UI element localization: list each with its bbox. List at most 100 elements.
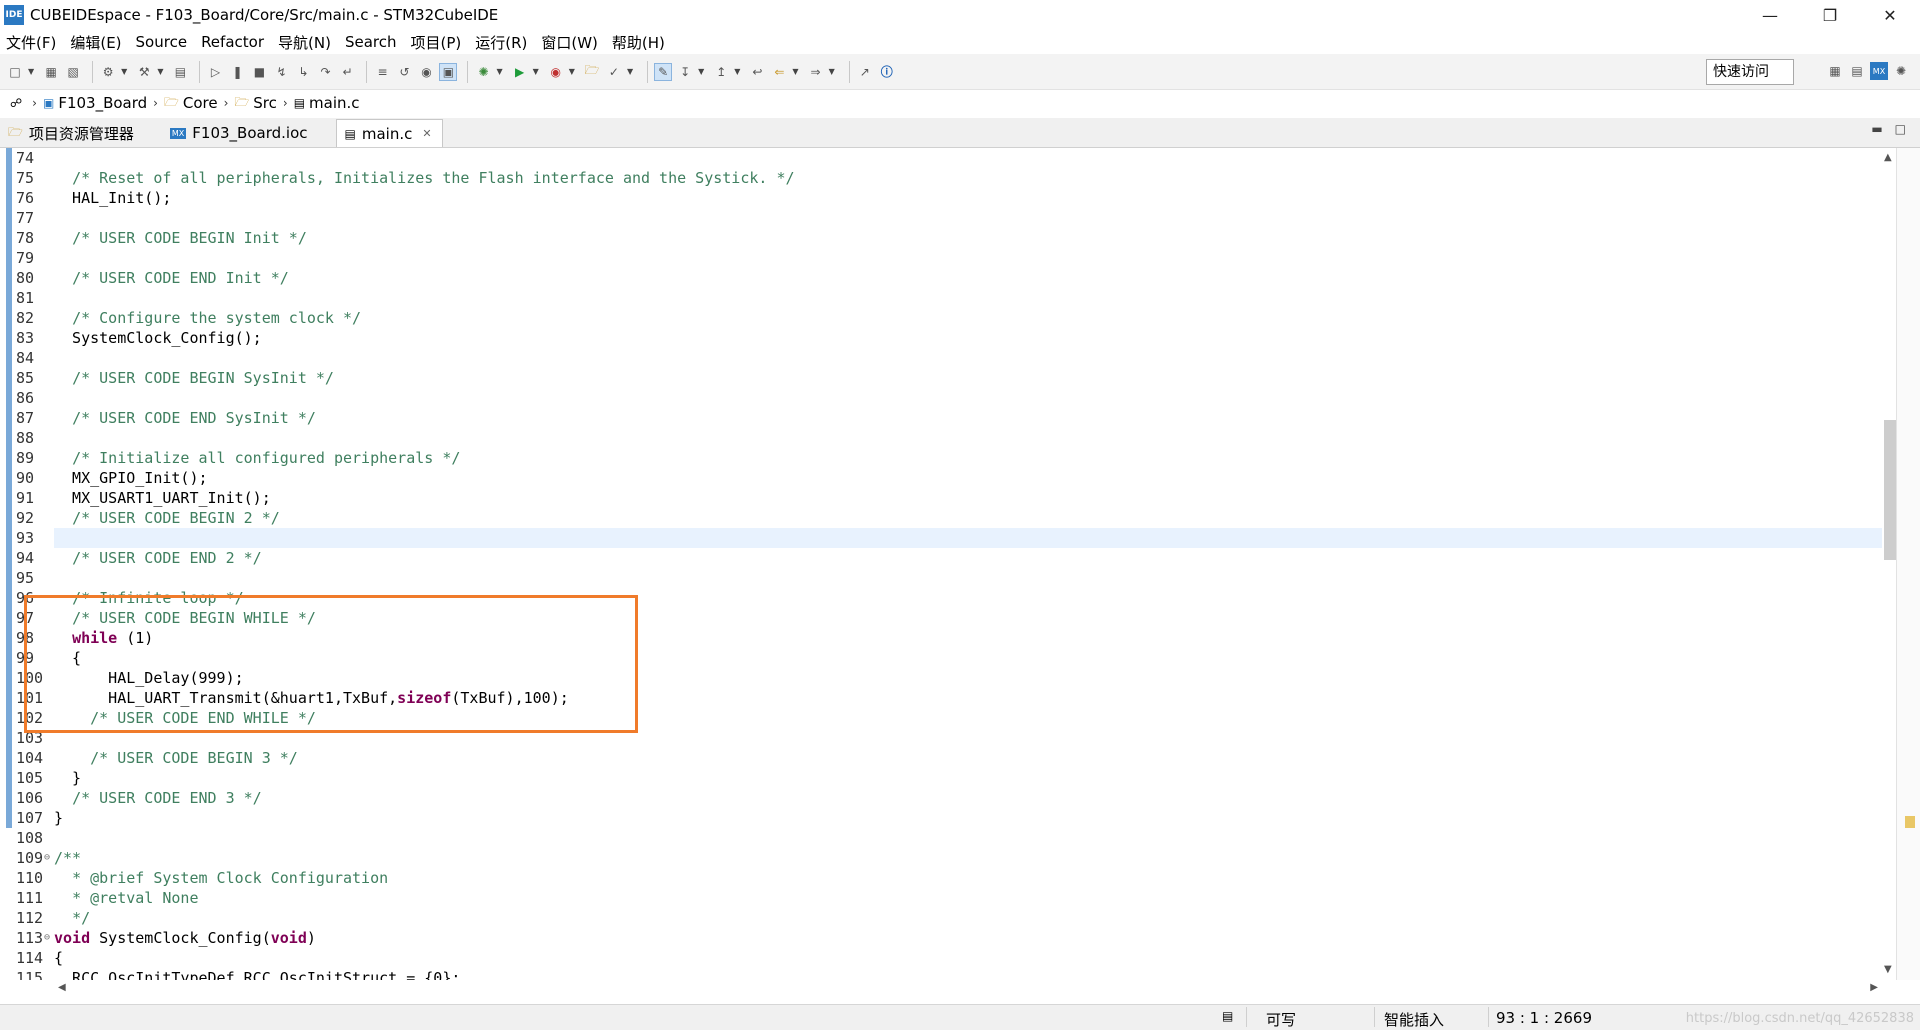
code-line[interactable] — [54, 148, 1894, 168]
close-tab-icon[interactable]: ✕ — [422, 127, 431, 140]
next-annotation-dropdown-icon[interactable]: ▼ — [698, 67, 704, 76]
run-icon[interactable]: ▶ — [511, 63, 529, 81]
menu-source[interactable]: Source — [136, 33, 188, 51]
menu-navigate[interactable]: 导航(N) — [278, 32, 331, 53]
new-icon[interactable]: □ — [6, 63, 24, 81]
code-line[interactable]: /* USER CODE END SysInit */ — [54, 408, 1894, 428]
scroll-down-icon[interactable]: ▼ — [1884, 964, 1892, 975]
restart-icon[interactable]: ↺ — [395, 63, 413, 81]
code-line[interactable]: while (1) — [54, 628, 1894, 648]
step-return-icon[interactable]: ↵ — [338, 63, 356, 81]
menu-help[interactable]: 帮助(H) — [612, 32, 665, 53]
warning-marker[interactable] — [1905, 816, 1915, 828]
previous-annotation-dropdown-icon[interactable]: ▼ — [734, 67, 740, 76]
mark-occurrences-icon[interactable]: ✎ — [654, 62, 673, 81]
scroll-left-icon[interactable]: ◀ — [58, 982, 66, 993]
code-line[interactable]: HAL_Init(); — [54, 188, 1894, 208]
menu-refactor[interactable]: Refactor — [201, 33, 264, 51]
binary-icon[interactable]: ▤ — [171, 63, 189, 81]
settings-dropdown-icon[interactable]: ▼ — [121, 67, 127, 76]
open-folder-icon[interactable]: 🗁 — [583, 63, 601, 81]
code-line[interactable]: * @brief System Clock Configuration — [54, 868, 1894, 888]
code-line[interactable]: SystemClock_Config(); — [54, 328, 1894, 348]
back-icon[interactable]: ⇐ — [770, 63, 788, 81]
debug-dropdown-icon[interactable]: ▼ — [496, 67, 502, 76]
external-tools-dropdown-icon[interactable]: ▼ — [569, 67, 575, 76]
code-line[interactable]: /* USER CODE BEGIN SysInit */ — [54, 368, 1894, 388]
code-line[interactable]: /* Configure the system clock */ — [54, 308, 1894, 328]
menu-project[interactable]: 项目(P) — [410, 32, 461, 53]
code-line[interactable]: } — [54, 768, 1894, 788]
code-line[interactable]: HAL_UART_Transmit(&huart1,TxBuf,sizeof(T… — [54, 688, 1894, 708]
code-line[interactable]: /* USER CODE BEGIN WHILE */ — [54, 608, 1894, 628]
resume-icon[interactable]: ▷ — [206, 63, 224, 81]
code-line[interactable]: /* Infinite loop */ — [54, 588, 1894, 608]
code-line[interactable] — [54, 828, 1894, 848]
build-dropdown-icon[interactable]: ▼ — [157, 67, 163, 76]
previous-annotation-icon[interactable]: ↥ — [712, 63, 730, 81]
code-line[interactable]: void SystemClock_Config(void) — [54, 928, 1894, 948]
device-icon[interactable]: ◉ — [417, 63, 435, 81]
disconnect-icon[interactable]: ↯ — [272, 63, 290, 81]
build-hammer-icon[interactable]: ⚒ — [135, 63, 153, 81]
code-line[interactable] — [54, 428, 1894, 448]
settings-icon[interactable]: ⚙ — [99, 63, 117, 81]
device-config-perspective-icon[interactable]: MX — [1870, 62, 1888, 80]
breadcrumb-project[interactable]: ▣ F103_Board — [43, 94, 147, 112]
code-line[interactable]: /* Initialize all configured peripherals… — [54, 448, 1894, 468]
terminate-icon[interactable]: ■ — [250, 63, 268, 81]
pin-editor-icon[interactable]: ↗ — [856, 63, 874, 81]
quick-access-input[interactable]: 快速访问 — [1706, 59, 1794, 85]
code-line[interactable]: */ — [54, 908, 1894, 928]
external-tools-icon[interactable]: ◉ — [547, 63, 565, 81]
horizontal-scrollbar[interactable]: ◀ ▶ — [54, 980, 1882, 994]
code-line[interactable] — [54, 388, 1894, 408]
breadcrumb-folder-core[interactable]: 🗁 Core — [164, 93, 218, 114]
step-into-icon[interactable]: ↳ — [294, 63, 312, 81]
code-line[interactable] — [54, 248, 1894, 268]
open-perspective-icon[interactable]: ▦ — [1826, 62, 1844, 80]
code-line[interactable]: HAL_Delay(999); — [54, 668, 1894, 688]
back-dropdown-icon[interactable]: ▼ — [792, 67, 798, 76]
vertical-scrollbar[interactable]: ▲ ▼ — [1882, 148, 1896, 980]
code-line[interactable] — [54, 208, 1894, 228]
minimize-button[interactable]: — — [1740, 0, 1800, 30]
breadcrumb-workspace[interactable]: ☍ — [10, 96, 26, 110]
suspend-icon[interactable]: ❚ — [228, 63, 246, 81]
code-line[interactable]: { — [54, 648, 1894, 668]
menu-edit[interactable]: 编辑(E) — [70, 32, 121, 53]
info-icon[interactable]: ⓘ — [878, 63, 896, 81]
code-line[interactable]: /* USER CODE BEGIN 2 */ — [54, 508, 1894, 528]
minimize-view-icon[interactable]: ▬ — [1871, 122, 1882, 136]
code-line[interactable]: /* USER CODE BEGIN Init */ — [54, 228, 1894, 248]
code-line[interactable]: * @retval None — [54, 888, 1894, 908]
tab-project-explorer[interactable]: 🗁 项目资源管理器 — [0, 119, 144, 147]
code-line[interactable] — [54, 568, 1894, 588]
breadcrumb-file[interactable]: ▤ main.c — [294, 94, 360, 112]
debug-perspective-icon[interactable]: ✺ — [1892, 62, 1910, 80]
code-line[interactable]: /** — [54, 848, 1894, 868]
tab-ioc[interactable]: MX F103_Board.ioc — [162, 119, 318, 147]
toggle-breakpoint-icon[interactable]: ▣ — [439, 62, 458, 81]
close-button[interactable]: ✕ — [1860, 0, 1920, 30]
new-dropdown-icon[interactable]: ▼ — [28, 67, 34, 76]
save-icon[interactable]: ▦ — [42, 63, 60, 81]
code-line[interactable] — [54, 728, 1894, 748]
code-line[interactable]: } — [54, 808, 1894, 828]
code-line[interactable]: /* USER CODE END 2 */ — [54, 548, 1894, 568]
code-line[interactable]: /* Reset of all peripherals, Initializes… — [54, 168, 1894, 188]
fold-toggle-icon[interactable]: ⊖ — [44, 928, 50, 948]
maximize-button[interactable]: ❐ — [1800, 0, 1860, 30]
next-annotation-icon[interactable]: ↧ — [676, 63, 694, 81]
menu-search[interactable]: Search — [345, 33, 397, 51]
code-line[interactable]: /* USER CODE END WHILE */ — [54, 708, 1894, 728]
code-line[interactable] — [54, 528, 1894, 548]
step-over-icon[interactable]: ↷ — [316, 63, 334, 81]
menu-window[interactable]: 窗口(W) — [541, 32, 598, 53]
code-line[interactable]: MX_USART1_UART_Init(); — [54, 488, 1894, 508]
breadcrumb-folder-src[interactable]: 🗁 Src — [234, 93, 277, 114]
search-icon[interactable]: ✓ — [605, 63, 623, 81]
menu-run[interactable]: 运行(R) — [475, 32, 527, 53]
code-line[interactable] — [54, 288, 1894, 308]
run-dropdown-icon[interactable]: ▼ — [533, 67, 539, 76]
